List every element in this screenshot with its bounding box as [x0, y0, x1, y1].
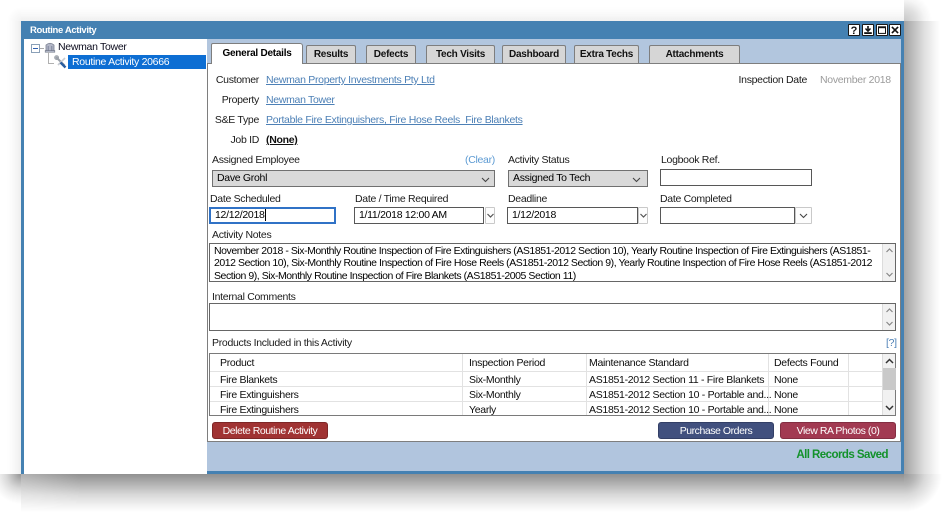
svg-text:?: ?: [851, 25, 858, 35]
